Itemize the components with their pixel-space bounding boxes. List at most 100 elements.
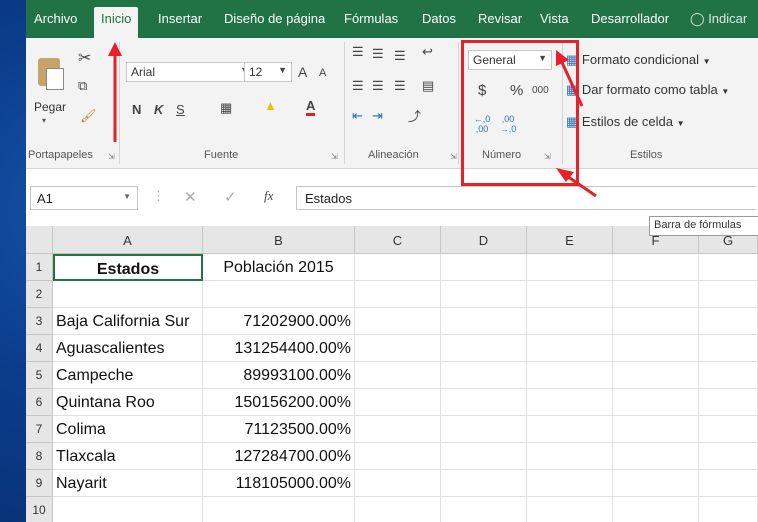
align-left-icon[interactable]: ☰ [352,78,364,94]
cell-empty[interactable] [699,389,758,416]
row-header[interactable]: 1 [26,254,53,281]
tab-diseno-pagina[interactable]: Diseño de página [224,11,325,26]
row-header[interactable]: 6 [26,389,53,416]
cell-population-value[interactable]: 71123500.00% [203,416,355,443]
cell-empty[interactable] [699,335,758,362]
cell-empty[interactable] [441,416,527,443]
font-launcher-icon[interactable]: ⇲ [331,152,338,161]
cell-empty[interactable] [441,281,527,308]
format-as-table-button[interactable]: ▦ Dar formato como tabla ▼ [566,82,729,98]
cell-empty[interactable] [613,416,699,443]
cell-empty[interactable] [355,254,441,281]
align-right-icon[interactable]: ☰ [394,78,406,94]
cell-empty[interactable] [355,308,441,335]
tab-datos[interactable]: Datos [422,11,456,26]
row-header[interactable]: 4 [26,335,53,362]
row-header[interactable]: 5 [26,362,53,389]
cell-empty[interactable] [441,335,527,362]
cell-empty[interactable] [527,416,613,443]
cell-population-value[interactable] [203,497,355,522]
cell-empty[interactable] [613,389,699,416]
cell-state-name[interactable]: Colima [53,416,203,443]
grow-font-button[interactable]: A [298,64,307,80]
italic-button[interactable]: K [154,102,163,117]
paste-dropdown-icon[interactable]: ▾ [42,116,46,125]
borders-icon[interactable]: ▦ [220,100,232,116]
insert-function-button[interactable]: fx [264,188,273,204]
cell-population-value[interactable]: 131254400.00% [203,335,355,362]
shrink-font-button[interactable]: A [319,67,326,79]
align-bottom-icon[interactable]: ☰ [394,48,406,64]
increase-indent-icon[interactable]: ⇥ [372,108,383,124]
tab-archivo[interactable]: Archivo [34,11,77,26]
font-color-button[interactable]: A [306,98,316,116]
conditional-format-button[interactable]: ▦ Formato condicional ▼ [566,52,711,68]
row-header[interactable]: 7 [26,416,53,443]
cell-header-population[interactable]: Población 2015 [203,254,355,281]
cell-empty[interactable] [527,254,613,281]
cell-empty[interactable] [355,416,441,443]
cell-empty[interactable] [527,362,613,389]
tab-inicio[interactable]: Inicio [94,7,139,38]
cell-population-value[interactable] [203,281,355,308]
column-header-c[interactable]: C [355,226,441,254]
tab-desarrollador[interactable]: Desarrollador [591,11,669,26]
wrap-text-icon[interactable]: ↩ [422,44,433,60]
tell-me-box[interactable]: ◯ Indicar [690,11,747,27]
cell-a1-selected[interactable]: Estados [53,254,203,281]
column-header-a[interactable]: A [53,226,203,254]
cell-population-value[interactable]: 127284700.00% [203,443,355,470]
tab-formulas[interactable]: Fórmulas [344,11,398,26]
tab-insertar[interactable]: Insertar [158,11,202,26]
enter-icon[interactable]: ✓ [224,188,237,206]
cell-empty[interactable] [699,497,758,522]
cell-state-name[interactable]: Baja California Sur [53,308,203,335]
format-painter-icon[interactable]: 🖌 [80,108,97,124]
cell-population-value[interactable]: 118105000.00% [203,470,355,497]
column-header-b[interactable]: B [203,226,355,254]
orientation-icon[interactable]: ⤴ [408,106,421,125]
cell-population-value[interactable]: 71202900.00% [203,308,355,335]
cell-styles-button[interactable]: ▦ Estilos de celda ▼ [566,114,685,130]
cell-empty[interactable] [355,497,441,522]
bold-button[interactable]: N [132,102,141,117]
align-middle-icon[interactable]: ☰ [372,46,384,62]
cell-empty[interactable] [527,470,613,497]
cell-empty[interactable] [699,362,758,389]
cell-empty[interactable] [355,362,441,389]
cell-empty[interactable] [527,308,613,335]
cell-state-name[interactable]: Aguascalientes [53,335,203,362]
paste-button[interactable] [34,52,66,92]
cell-empty[interactable] [527,443,613,470]
worksheet-grid[interactable]: A B C D E F G 1 Estados Población 2015 2 3 Ba… [26,226,758,522]
fill-color-icon[interactable]: ▲ [264,98,277,113]
row-header[interactable]: 3 [26,308,53,335]
cell-empty[interactable] [613,362,699,389]
cell-empty[interactable] [355,389,441,416]
cell-empty[interactable] [527,389,613,416]
cell-empty[interactable] [441,254,527,281]
cell-empty[interactable] [613,443,699,470]
select-all-corner[interactable] [26,226,53,254]
cell-empty[interactable] [441,308,527,335]
name-box[interactable]: A1 ▼ [30,186,138,210]
cell-empty[interactable] [441,443,527,470]
tab-vista[interactable]: Vista [540,11,569,26]
cell-state-name[interactable] [53,497,203,522]
cell-empty[interactable] [527,335,613,362]
cell-empty[interactable] [699,416,758,443]
cut-icon[interactable]: ✂ [78,48,91,68]
cell-state-name[interactable]: Quintana Roo [53,389,203,416]
cell-empty[interactable] [699,308,758,335]
cell-empty[interactable] [441,389,527,416]
cell-state-name[interactable]: Tlaxcala [53,443,203,470]
row-header[interactable]: 10 [26,497,53,522]
merge-center-icon[interactable]: ▤ [422,78,434,94]
column-header-d[interactable]: D [441,226,527,254]
column-header-e[interactable]: E [527,226,613,254]
cell-empty[interactable] [613,308,699,335]
cell-empty[interactable] [699,254,758,281]
cell-empty[interactable] [613,335,699,362]
formula-input[interactable]: Estados [296,186,756,210]
cell-empty[interactable] [355,335,441,362]
